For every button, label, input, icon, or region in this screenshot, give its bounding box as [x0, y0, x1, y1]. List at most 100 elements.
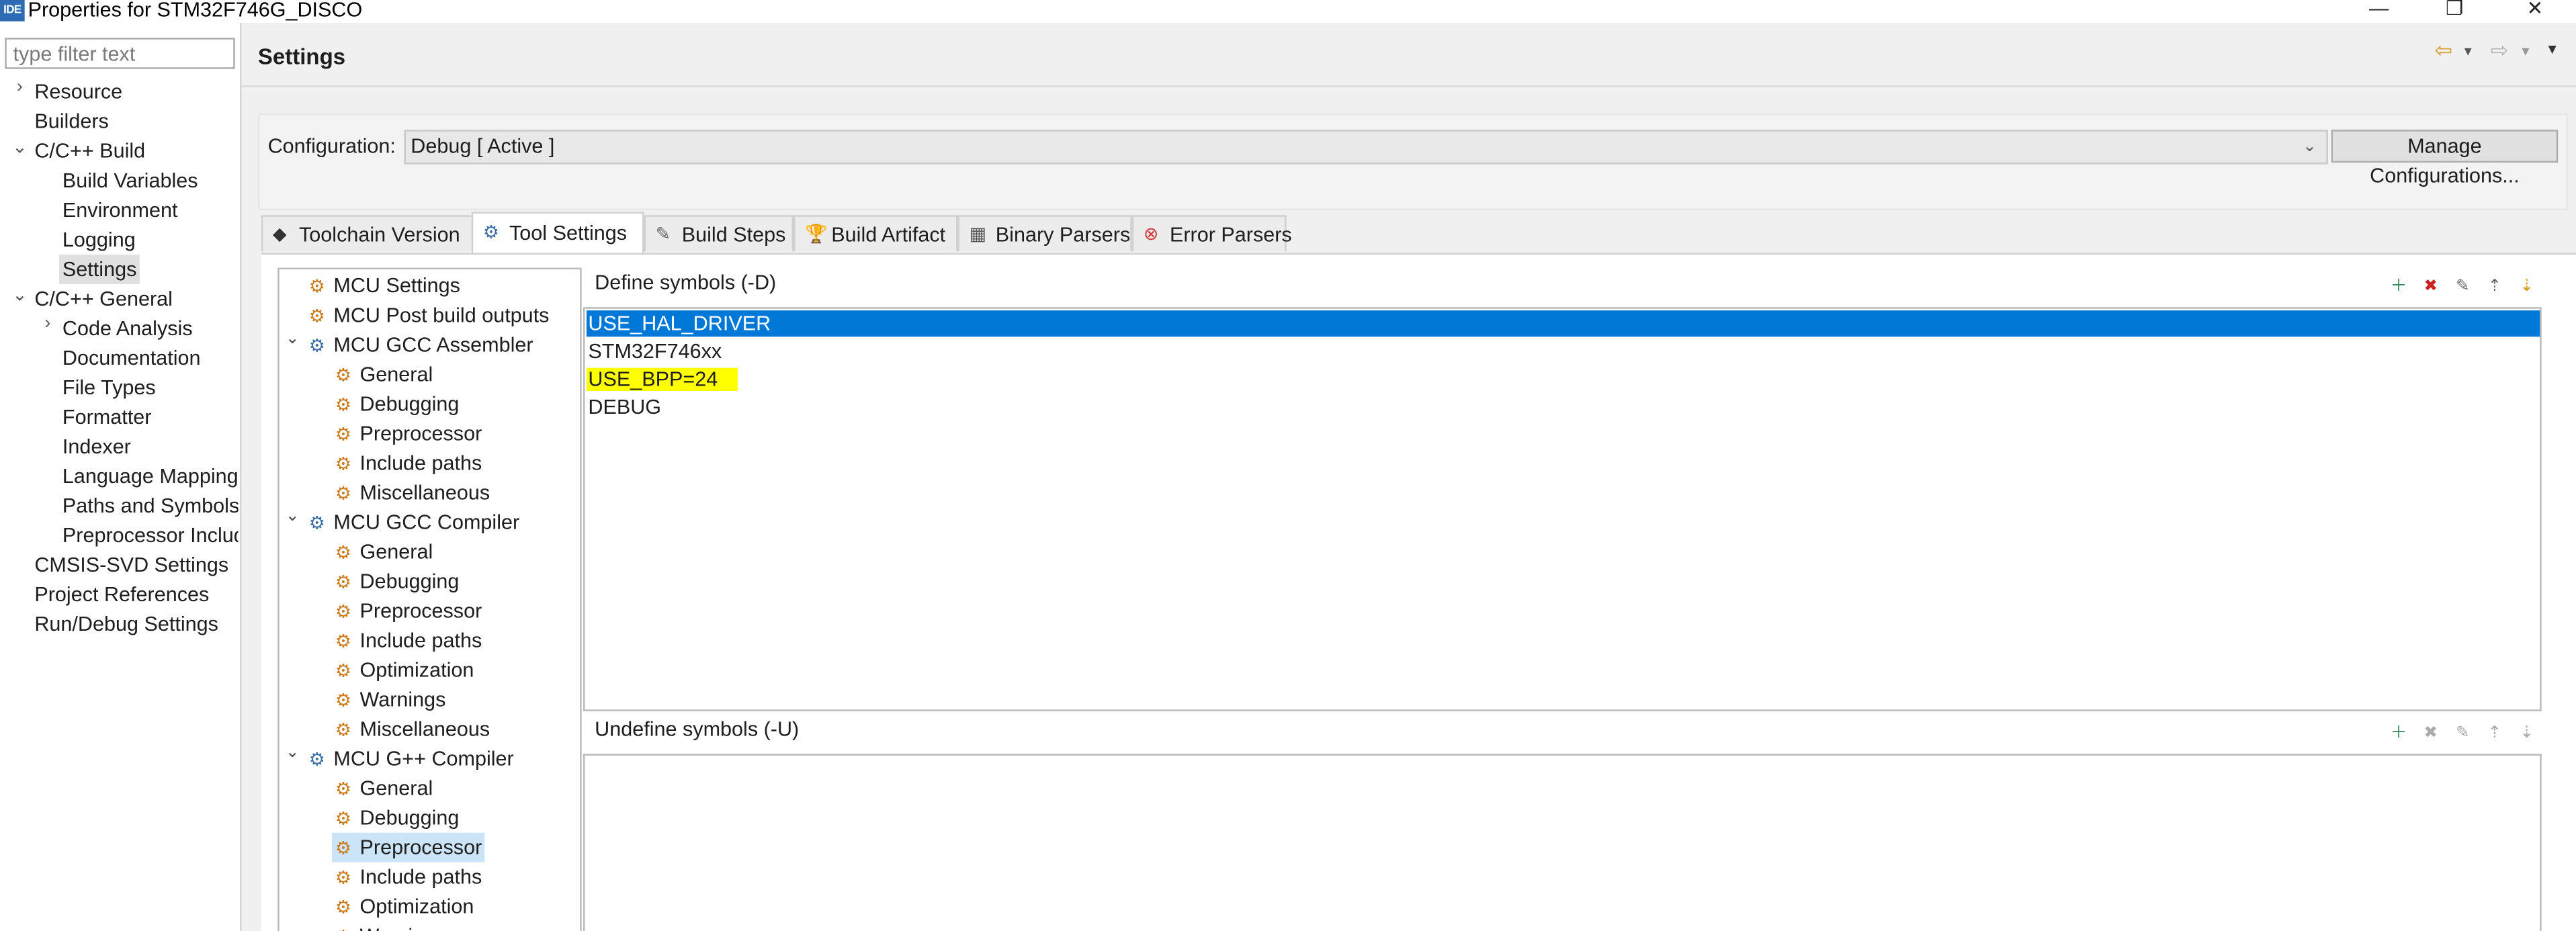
list-item[interactable]: USE_HAL_DRIVER	[586, 310, 2540, 337]
property-page-tree: › Resource Builders ⌄ C/C++ Build Build …	[0, 23, 242, 931]
tab-label: Error Parsers	[1169, 223, 1292, 247]
tab-build-artifact[interactable]: 🏆 Build Artifact	[793, 215, 958, 252]
undefine-symbols-title: Undefine symbols (-U)	[595, 717, 800, 741]
forward-dropdown-icon[interactable]: ▾	[2522, 40, 2529, 62]
tree-item-assembler-preprocessor[interactable]: ⚙ Preprocessor	[335, 419, 482, 449]
collapse-gcc-compiler-icon[interactable]: ⌄	[283, 508, 302, 526]
tree-item-mcu-gpp-compiler[interactable]: ⚙ MCU G++ Compiler	[309, 744, 514, 774]
nav-item-settings[interactable]: Settings	[59, 255, 140, 285]
tree-item-label: MCU GCC Assembler	[333, 333, 533, 357]
tree-item-gpp-optimization[interactable]: ⚙ Optimization	[335, 892, 474, 922]
delete-icon[interactable]: ✖	[2419, 723, 2442, 746]
nav-item-environment[interactable]: Environment	[62, 195, 178, 225]
close-button[interactable]: ✕	[2510, 0, 2559, 21]
move-down-icon[interactable]: ⇣	[2516, 276, 2538, 299]
tree-item-mcu-post-build-outputs[interactable]: ⚙ MCU Post build outputs	[309, 300, 550, 330]
nav-item-documentation[interactable]: Documentation	[62, 343, 201, 373]
nav-item-builders[interactable]: Builders	[34, 107, 108, 136]
nav-item-run-debug-settings[interactable]: Run/Debug Settings	[34, 609, 218, 639]
define-symbols-list[interactable]: USE_HAL_DRIVER STM32F746xx USE_BPP=24 DE…	[583, 307, 2542, 711]
expand-resource-icon[interactable]: ›	[10, 77, 30, 97]
nav-item-cmsis-svd-settings[interactable]: CMSIS-SVD Settings	[34, 550, 228, 580]
tree-item-gpp-preprocessor[interactable]: ⚙ Preprocessor	[331, 832, 486, 862]
add-icon[interactable]: ＋	[2387, 276, 2410, 299]
collapse-cpp-general-icon[interactable]: ⌄	[10, 284, 30, 305]
tree-item-mcu-settings[interactable]: ⚙ MCU Settings	[309, 271, 460, 300]
list-item[interactable]: USE_BPP=24	[586, 366, 738, 392]
tree-item-gpp-warnings[interactable]: ⚙Warnings	[335, 922, 446, 931]
tab-label: Toolchain Version	[299, 223, 460, 247]
tab-label: Build Steps	[681, 223, 786, 247]
configuration-value: Debug [ Active ]	[411, 134, 555, 158]
tree-item-gpp-include-paths[interactable]: ⚙ Include paths	[335, 862, 482, 892]
tree-item-gcc-optimization[interactable]: ⚙ Optimization	[335, 656, 474, 685]
option-category-icon: ⚙	[335, 366, 351, 386]
undefine-symbols-list[interactable]	[583, 754, 2542, 931]
list-item[interactable]: DEBUG	[587, 394, 661, 420]
nav-item-file-types[interactable]: File Types	[62, 373, 156, 402]
view-menu-icon[interactable]: ▾	[2548, 40, 2557, 62]
tree-item-mcu-gcc-compiler[interactable]: ⚙ MCU GCC Compiler	[309, 508, 519, 537]
restore-button[interactable]: ❐	[2430, 0, 2479, 21]
tree-item-assembler-include-paths[interactable]: ⚙ Include paths	[335, 449, 482, 478]
tree-item-gcc-miscellaneous[interactable]: ⚙ Miscellaneous	[335, 715, 490, 744]
settings-page: Settings ⇦ ▾ ⇨ ▾ ▾ Configuration: Debug …	[241, 23, 2576, 931]
back-dropdown-icon[interactable]: ▾	[2464, 40, 2472, 62]
minimize-button[interactable]: —	[2354, 0, 2403, 21]
tab-build-steps[interactable]: ✎ Build Steps	[644, 215, 794, 252]
tree-item-gcc-general[interactable]: ⚙ General	[335, 537, 433, 567]
collapse-gpp-compiler-icon[interactable]: ⌄	[283, 744, 302, 762]
collapse-assembler-icon[interactable]: ⌄	[283, 330, 302, 348]
delete-icon[interactable]: ✖	[2419, 276, 2442, 299]
back-arrow-icon[interactable]: ⇦	[2435, 38, 2453, 62]
tree-item-assembler-miscellaneous[interactable]: ⚙ Miscellaneous	[335, 478, 490, 508]
nav-item-cpp-general[interactable]: C/C++ General	[34, 284, 173, 314]
tree-item-gpp-debugging[interactable]: ⚙ Debugging	[335, 803, 460, 833]
tree-item-mcu-gcc-assembler[interactable]: ⚙ MCU GCC Assembler	[309, 330, 533, 359]
move-up-icon[interactable]: ⇡	[2483, 723, 2506, 746]
tree-item-gcc-preprocessor[interactable]: ⚙ Preprocessor	[335, 596, 482, 626]
nav-item-paths-and-symbols[interactable]: Paths and Symbols	[62, 491, 239, 521]
nav-item-cpp-build[interactable]: C/C++ Build	[34, 136, 145, 166]
move-up-icon[interactable]: ⇡	[2483, 276, 2506, 299]
nav-item-build-variables[interactable]: Build Variables	[62, 166, 198, 195]
nav-item-logging[interactable]: Logging	[62, 225, 136, 255]
manage-configurations-button[interactable]: Manage Configurations...	[2331, 130, 2559, 187]
title-bar: IDE Properties for STM32F746G_DISCO — ❐ …	[0, 0, 2576, 24]
tab-tool-settings[interactable]: ⚙ Tool Settings	[471, 212, 644, 253]
tree-item-label: General	[359, 777, 433, 800]
forward-arrow-icon[interactable]: ⇨	[2491, 38, 2509, 62]
error-icon: ⊗	[1143, 224, 1159, 245]
filter-input[interactable]	[5, 38, 235, 69]
nav-item-indexer[interactable]: Indexer	[62, 432, 131, 461]
nav-item-code-analysis[interactable]: Code Analysis	[62, 314, 193, 343]
add-icon[interactable]: ＋	[2387, 723, 2410, 746]
tree-item-gcc-warnings[interactable]: ⚙ Warnings	[335, 685, 446, 715]
tree-item-gpp-general[interactable]: ⚙ General	[335, 774, 433, 803]
nav-item-project-references[interactable]: Project References	[34, 580, 209, 609]
nav-item-language-mapping[interactable]: Language Mapping	[62, 461, 239, 491]
nav-item-formatter[interactable]: Formatter	[62, 402, 151, 432]
move-down-icon[interactable]: ⇣	[2516, 723, 2538, 746]
list-item[interactable]: STM32F746xx	[587, 339, 722, 365]
tree-item-label: Debugging	[359, 570, 460, 593]
tree-item-gcc-include-paths[interactable]: ⚙ Include paths	[335, 626, 482, 656]
option-category-icon: ⚙	[335, 396, 351, 416]
edit-icon[interactable]: ✎	[2451, 276, 2474, 299]
tab-error-parsers[interactable]: ⊗ Error Parsers	[1131, 215, 1292, 252]
nav-item-preprocessor-include[interactable]: Preprocessor Include	[62, 521, 239, 550]
edit-icon[interactable]: ✎	[2451, 723, 2474, 746]
configuration-select[interactable]: Debug [ Active ] ⌄	[404, 130, 2328, 165]
tree-item-label: Optimization	[359, 658, 474, 682]
expand-code-analysis-icon[interactable]: ›	[38, 314, 57, 333]
tree-item-assembler-general[interactable]: ⚙ General	[335, 359, 433, 389]
collapse-cpp-build-icon[interactable]: ⌄	[10, 136, 30, 157]
tree-item-assembler-debugging[interactable]: ⚙ Debugging	[335, 390, 460, 419]
tab-toolchain-version[interactable]: ◆ Toolchain Version	[261, 215, 474, 252]
ide-logo-icon: IDE	[0, 0, 25, 21]
option-category-icon: ⚙	[335, 603, 351, 623]
tab-binary-parsers[interactable]: ▦ Binary Parsers	[957, 215, 1132, 252]
nav-item-resource[interactable]: Resource	[34, 77, 122, 107]
tool-settings-tree: ⚙ MCU Settings ⚙ MCU Post build outputs ⌄ …	[277, 267, 582, 931]
tree-item-gcc-debugging[interactable]: ⚙ Debugging	[335, 567, 460, 596]
